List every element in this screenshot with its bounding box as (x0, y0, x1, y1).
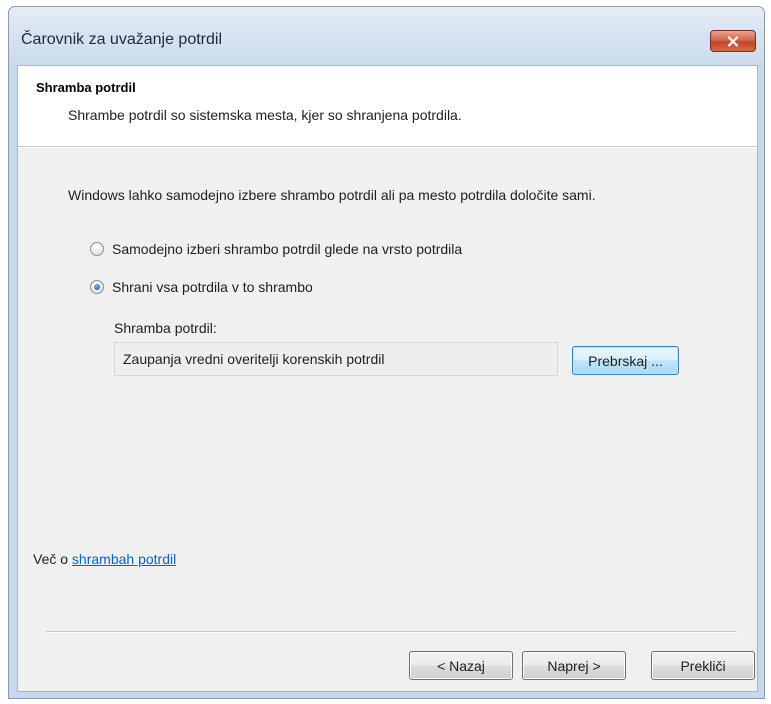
learn-more-prefix: Več o (33, 551, 72, 567)
intro-text: Windows lahko samodejno izbere shrambo p… (68, 187, 596, 203)
back-button[interactable]: < Nazaj (409, 651, 513, 680)
learn-more-link[interactable]: shrambah potrdil (72, 551, 176, 567)
radio-place-in-store[interactable]: Shrani vsa potrdila v to shrambo (90, 279, 313, 295)
radio-place-in-store-button[interactable] (90, 280, 104, 294)
radio-place-in-store-label[interactable]: Shrani vsa potrdila v to shrambo (112, 279, 313, 295)
radio-auto-select-button[interactable] (90, 242, 104, 256)
wizard-header: Shramba potrdil Shrambe potrdil so siste… (18, 66, 757, 146)
store-label: Shramba potrdil: (114, 320, 217, 336)
store-field-value: Zaupanja vredni overitelji korenskih pot… (123, 351, 385, 367)
wizard-window: Čarovnik za uvažanje potrdil Shramba pot… (8, 6, 765, 699)
footer-divider (46, 631, 737, 633)
close-icon (727, 35, 739, 47)
title-bar[interactable]: Čarovnik za uvažanje potrdil (9, 7, 764, 65)
next-button[interactable]: Naprej > (522, 651, 626, 680)
header-divider (18, 146, 757, 148)
learn-more: Več o shrambah potrdil (33, 551, 176, 567)
window-title: Čarovnik za uvažanje potrdil (21, 31, 222, 48)
radio-auto-select[interactable]: Samodejno izberi shrambo potrdil glede n… (90, 241, 462, 257)
wizard-client-area: Shramba potrdil Shrambe potrdil so siste… (17, 65, 758, 692)
cancel-button[interactable]: Prekliči (651, 651, 755, 680)
page-subtitle: Shrambe potrdil so sistemska mesta, kjer… (68, 107, 462, 123)
page-title: Shramba potrdil (36, 80, 136, 95)
store-field: Zaupanja vredni overitelji korenskih pot… (114, 342, 558, 376)
radio-auto-select-label[interactable]: Samodejno izberi shrambo potrdil glede n… (112, 241, 462, 257)
close-button[interactable] (710, 30, 756, 52)
browse-button[interactable]: Prebrskaj ... (572, 346, 679, 375)
